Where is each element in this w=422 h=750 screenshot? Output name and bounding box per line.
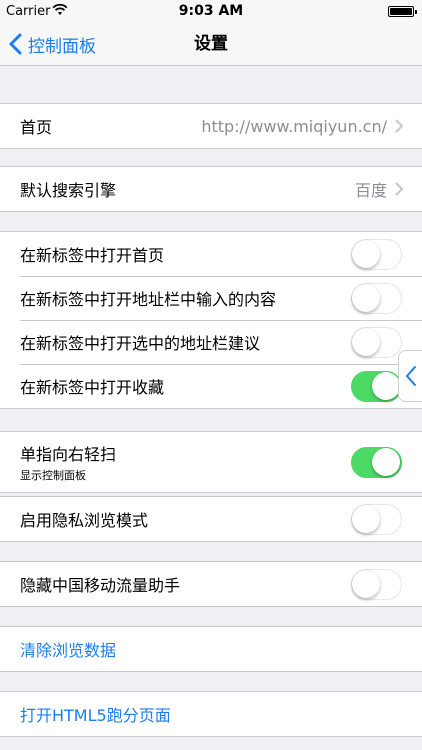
chevron-left-icon	[9, 33, 22, 55]
battery-icon	[388, 6, 417, 17]
homepage-group: 首页 http://www.miqiyun.cn/	[0, 103, 422, 149]
hide-cmcc-row: 隐藏中国移动流量助手	[0, 562, 422, 606]
homepage-value: http://www.miqiyun.cn/	[201, 116, 387, 136]
html5-test-label: 打开HTML5跑分页面	[20, 706, 171, 725]
clear-data-label: 清除浏览数据	[20, 641, 117, 660]
chevron-right-icon	[395, 182, 404, 196]
clock: 9:03 AM	[178, 3, 244, 19]
side-panel-handle[interactable]	[398, 350, 422, 402]
clear-data-button[interactable]: 清除浏览数据	[0, 627, 422, 671]
swipe-group: 单指向右轻扫 显示控制面板	[0, 431, 422, 493]
status-bar: Carrier 9:03 AM	[0, 0, 422, 22]
tab-options-group: 在新标签中打开首页 在新标签中打开地址栏中输入的内容 在新标签中打开选中的地址栏…	[0, 231, 422, 409]
html5-test-group: 打开HTML5跑分页面	[0, 691, 422, 737]
back-button[interactable]: 控制面板	[8, 22, 96, 66]
open-bookmark-new-tab-label: 在新标签中打开收藏	[20, 378, 165, 397]
open-home-new-tab-row: 在新标签中打开首页	[0, 232, 422, 276]
open-suggestion-new-tab-label: 在新标签中打开选中的地址栏建议	[20, 334, 261, 353]
search-engine-group: 默认搜索引擎 百度	[0, 166, 422, 212]
private-row: 启用隐私浏览模式	[0, 497, 422, 541]
clear-data-group: 清除浏览数据	[0, 626, 422, 672]
homepage-row[interactable]: 首页 http://www.miqiyun.cn/	[0, 104, 422, 148]
open-home-new-tab-label: 在新标签中打开首页	[20, 246, 165, 265]
html5-test-button[interactable]: 打开HTML5跑分页面	[0, 692, 422, 736]
open-address-input-new-tab-row: 在新标签中打开地址栏中输入的内容	[0, 276, 422, 320]
hide-cmcc-toggle[interactable]	[351, 568, 402, 600]
open-address-input-new-tab-label: 在新标签中打开地址栏中输入的内容	[20, 290, 277, 309]
hide-cmcc-group: 隐藏中国移动流量助手	[0, 561, 422, 607]
private-toggle[interactable]	[351, 503, 402, 535]
swipe-label: 单指向右轻扫	[20, 445, 117, 464]
open-suggestion-new-tab-row: 在新标签中打开选中的地址栏建议	[0, 320, 422, 364]
open-bookmark-new-tab-row: 在新标签中打开收藏	[0, 364, 422, 408]
open-bookmark-new-tab-toggle[interactable]	[351, 370, 402, 402]
search-engine-value: 百度	[354, 181, 387, 200]
hide-cmcc-label: 隐藏中国移动流量助手	[20, 576, 181, 595]
search-engine-label: 默认搜索引擎	[20, 181, 117, 200]
swipe-toggle[interactable]	[351, 446, 402, 478]
private-group: 启用隐私浏览模式	[0, 496, 422, 542]
chevron-right-icon	[395, 119, 404, 133]
chevron-left-icon	[405, 366, 416, 386]
open-home-new-tab-toggle[interactable]	[351, 238, 402, 270]
swipe-row: 单指向右轻扫 显示控制面板	[0, 432, 422, 492]
open-suggestion-new-tab-toggle[interactable]	[351, 326, 402, 358]
back-button-label: 控制面板	[28, 36, 96, 57]
private-label: 启用隐私浏览模式	[20, 511, 149, 530]
search-engine-row[interactable]: 默认搜索引擎 百度	[0, 167, 422, 211]
open-address-input-new-tab-toggle[interactable]	[351, 282, 402, 314]
navigation-bar: 控制面板 设置	[0, 22, 422, 66]
homepage-label: 首页	[20, 118, 53, 137]
swipe-sublabel: 显示控制面板	[20, 469, 86, 482]
